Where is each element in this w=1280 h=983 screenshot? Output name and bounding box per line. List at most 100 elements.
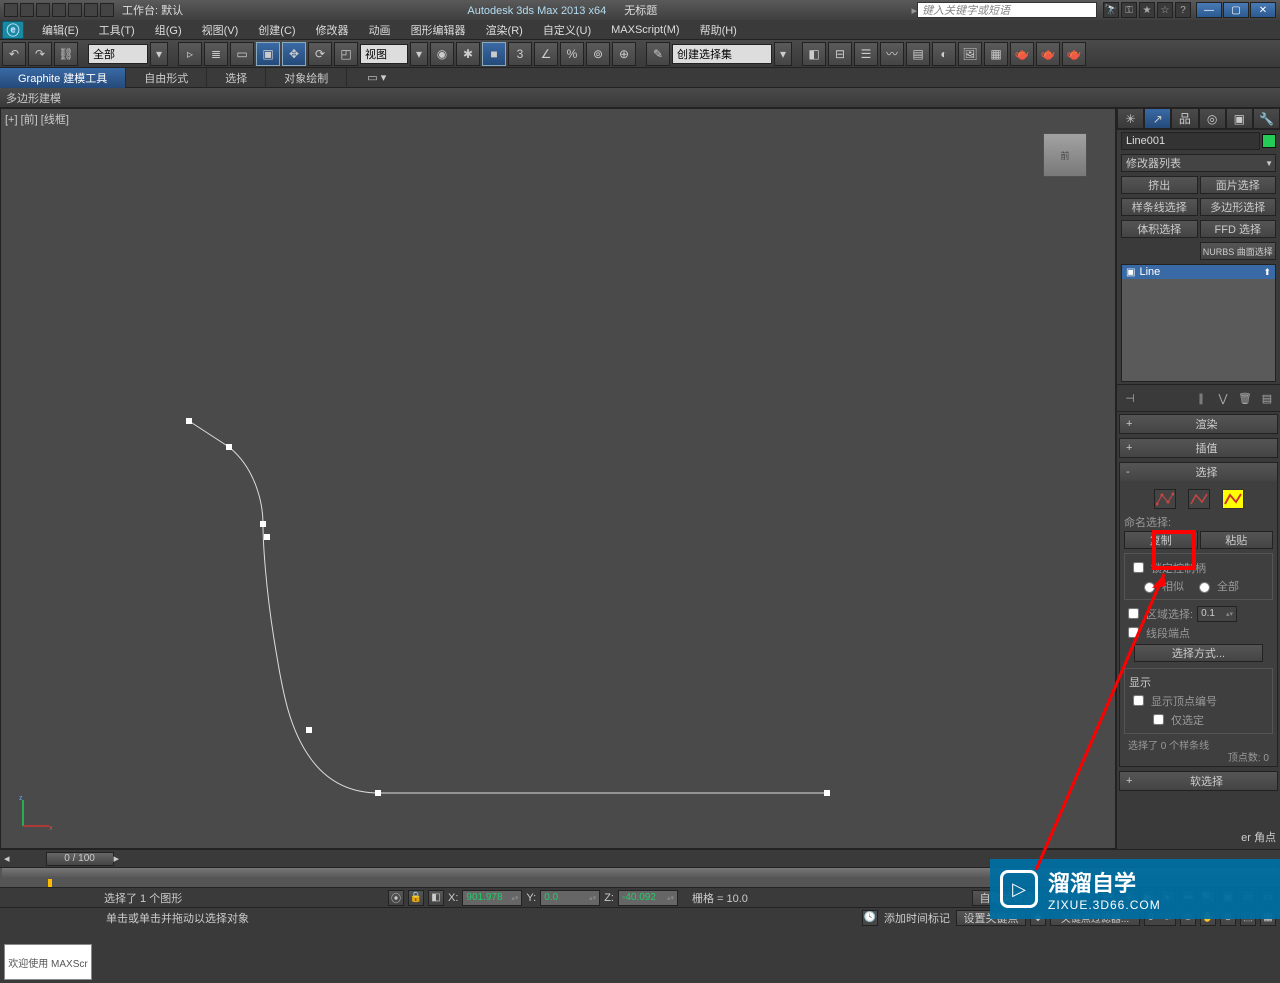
named-selset-combo[interactable]: 创建选择集: [672, 44, 772, 64]
menu-graph[interactable]: 图形编辑器: [401, 22, 476, 38]
filter-combo[interactable]: 全部: [88, 44, 148, 64]
menu-create[interactable]: 创建(C): [248, 22, 305, 38]
pivot-icon[interactable]: ◉: [430, 42, 454, 66]
paste-button[interactable]: 粘贴: [1200, 531, 1274, 549]
time-next-icon[interactable]: ▸: [114, 852, 120, 865]
menu-maxscript[interactable]: MAXScript(M): [601, 24, 689, 36]
menu-render[interactable]: 渲染(R): [476, 22, 533, 38]
ribbon-tab-freeform[interactable]: 自由形式: [126, 68, 207, 88]
rollout-header[interactable]: -选择: [1120, 463, 1277, 481]
alike-radio[interactable]: 相似: [1139, 577, 1184, 595]
segment-end-checkbox[interactable]: 线段端点: [1124, 623, 1273, 642]
layer-icon[interactable]: ☰: [854, 42, 878, 66]
configure-icon[interactable]: ▤: [1258, 389, 1276, 407]
area-value-spinner[interactable]: 0.1▴▾: [1197, 606, 1237, 622]
lock-icon[interactable]: ⦿: [388, 890, 404, 906]
spline-level-icon[interactable]: [1222, 489, 1244, 509]
mod-volsel-button[interactable]: 体积选择: [1121, 220, 1198, 238]
star-icon[interactable]: ★: [1139, 2, 1155, 18]
tab-modify-icon[interactable]: ↗: [1144, 108, 1171, 129]
segment-level-icon[interactable]: [1188, 489, 1210, 509]
mod-ffdsel-button[interactable]: FFD 选择: [1200, 220, 1277, 238]
mod-splinesel-button[interactable]: 样条线选择: [1121, 198, 1198, 216]
schematic-icon[interactable]: ▤: [906, 42, 930, 66]
menu-view[interactable]: 视图(V): [192, 22, 249, 38]
lock2-icon[interactable]: 🔒: [408, 890, 424, 906]
tab-hierarchy-icon[interactable]: 品: [1171, 108, 1198, 129]
key-icon[interactable]: ⚿: [1121, 2, 1137, 18]
redo-icon[interactable]: ↷: [28, 42, 52, 66]
dropdown-icon[interactable]: ▾: [410, 42, 428, 66]
snap-3-icon[interactable]: 3: [508, 42, 532, 66]
app-menu-icon[interactable]: ⓔ: [2, 21, 24, 39]
mod-patchsel-button[interactable]: 面片选择: [1200, 176, 1277, 194]
mirror-icon[interactable]: ◧: [802, 42, 826, 66]
qa-icon[interactable]: [84, 3, 98, 17]
time-slider-handle[interactable]: 0 / 100: [46, 852, 114, 866]
ribbon-expand-icon[interactable]: ▭ ▾: [367, 71, 386, 84]
unique-icon[interactable]: ⋁: [1214, 389, 1232, 407]
modifier-list-combo[interactable]: 修改器列表: [1121, 154, 1276, 172]
workspace-selector[interactable]: 工作台: 默认: [122, 2, 183, 18]
material-icon[interactable]: ◐: [932, 42, 956, 66]
angle-snap-icon[interactable]: ∠: [534, 42, 558, 66]
select-method-button[interactable]: 选择方式...: [1134, 644, 1263, 662]
time-tag-icon[interactable]: 🕓: [862, 910, 878, 926]
manip-icon[interactable]: ✱: [456, 42, 480, 66]
binoculars-icon[interactable]: 🔭: [1103, 2, 1119, 18]
menu-modifier[interactable]: 修改器: [306, 22, 359, 38]
add-marker-label[interactable]: 添加时间标记: [884, 910, 950, 926]
help-icon[interactable]: ?: [1175, 2, 1191, 18]
show-vertnum-checkbox[interactable]: 显示顶点编号: [1129, 691, 1268, 710]
help-search[interactable]: 键入关键字或短语: [917, 2, 1097, 18]
dropdown-icon[interactable]: ▾: [774, 42, 792, 66]
render-setup-icon[interactable]: 🖼: [958, 42, 982, 66]
menu-custom[interactable]: 自定义(U): [533, 22, 601, 38]
object-color-swatch[interactable]: [1262, 134, 1276, 148]
menu-edit[interactable]: 编辑(E): [32, 22, 89, 38]
y-field[interactable]: 0.0▴▾: [540, 890, 600, 906]
dropdown-icon[interactable]: ▾: [150, 42, 168, 66]
rotate-icon[interactable]: ⟳: [308, 42, 332, 66]
modifier-stack[interactable]: Line: [1121, 264, 1276, 382]
select-name-icon[interactable]: ≣: [204, 42, 228, 66]
axis-icon[interactable]: ⊕: [612, 42, 636, 66]
mod-nurbs-button[interactable]: NURBS 曲面选择: [1200, 242, 1277, 260]
window-crossing-icon[interactable]: ▣: [256, 42, 280, 66]
named-sel-edit-icon[interactable]: ✎: [646, 42, 670, 66]
x-field[interactable]: 901.978▴▾: [462, 890, 522, 906]
close-button[interactable]: ✕: [1250, 2, 1276, 18]
qa-icon[interactable]: [100, 3, 114, 17]
viewport-front[interactable]: [+] [前] [线框] 前 z x: [0, 108, 1116, 849]
isolate-icon[interactable]: ◧: [428, 890, 444, 906]
align-icon[interactable]: ⊟: [828, 42, 852, 66]
tab-display-icon[interactable]: ▣: [1226, 108, 1253, 129]
teapot-icon[interactable]: 🫖: [1062, 42, 1086, 66]
rollout-header[interactable]: +软选择: [1120, 772, 1277, 790]
menu-help[interactable]: 帮助(H): [690, 22, 747, 38]
favorite-icon[interactable]: ☆: [1157, 2, 1173, 18]
qa-icon[interactable]: [36, 3, 50, 17]
qa-icon[interactable]: [20, 3, 34, 17]
time-prev-icon[interactable]: ◂: [4, 852, 10, 865]
vertex-level-icon[interactable]: [1154, 489, 1176, 509]
spinner-snap-icon[interactable]: ⊚: [586, 42, 610, 66]
ribbon-polymod[interactable]: 多边形建模: [6, 90, 61, 106]
tab-motion-icon[interactable]: ◎: [1199, 108, 1226, 129]
percent-snap-icon[interactable]: %: [560, 42, 584, 66]
undo-icon[interactable]: ↶: [2, 42, 26, 66]
render-icon[interactable]: 🫖: [1010, 42, 1034, 66]
render-frame-icon[interactable]: ▦: [984, 42, 1008, 66]
ribbon-tab-paint[interactable]: 对象绘制: [266, 68, 347, 88]
mod-polysel-button[interactable]: 多边形选择: [1200, 198, 1277, 216]
snap-toggle-icon[interactable]: ■: [482, 42, 506, 66]
area-select-checkbox[interactable]: 区域选择:: [1124, 604, 1193, 623]
ribbon-tab-select[interactable]: 选择: [207, 68, 266, 88]
only-selected-checkbox[interactable]: 仅选定: [1129, 710, 1268, 729]
move-icon[interactable]: ✥: [282, 42, 306, 66]
stack-item-line[interactable]: Line: [1122, 265, 1275, 279]
qa-icon[interactable]: [4, 3, 18, 17]
scale-icon[interactable]: ◰: [334, 42, 358, 66]
mod-extrude-button[interactable]: 挤出: [1121, 176, 1198, 194]
qa-icon[interactable]: [52, 3, 66, 17]
